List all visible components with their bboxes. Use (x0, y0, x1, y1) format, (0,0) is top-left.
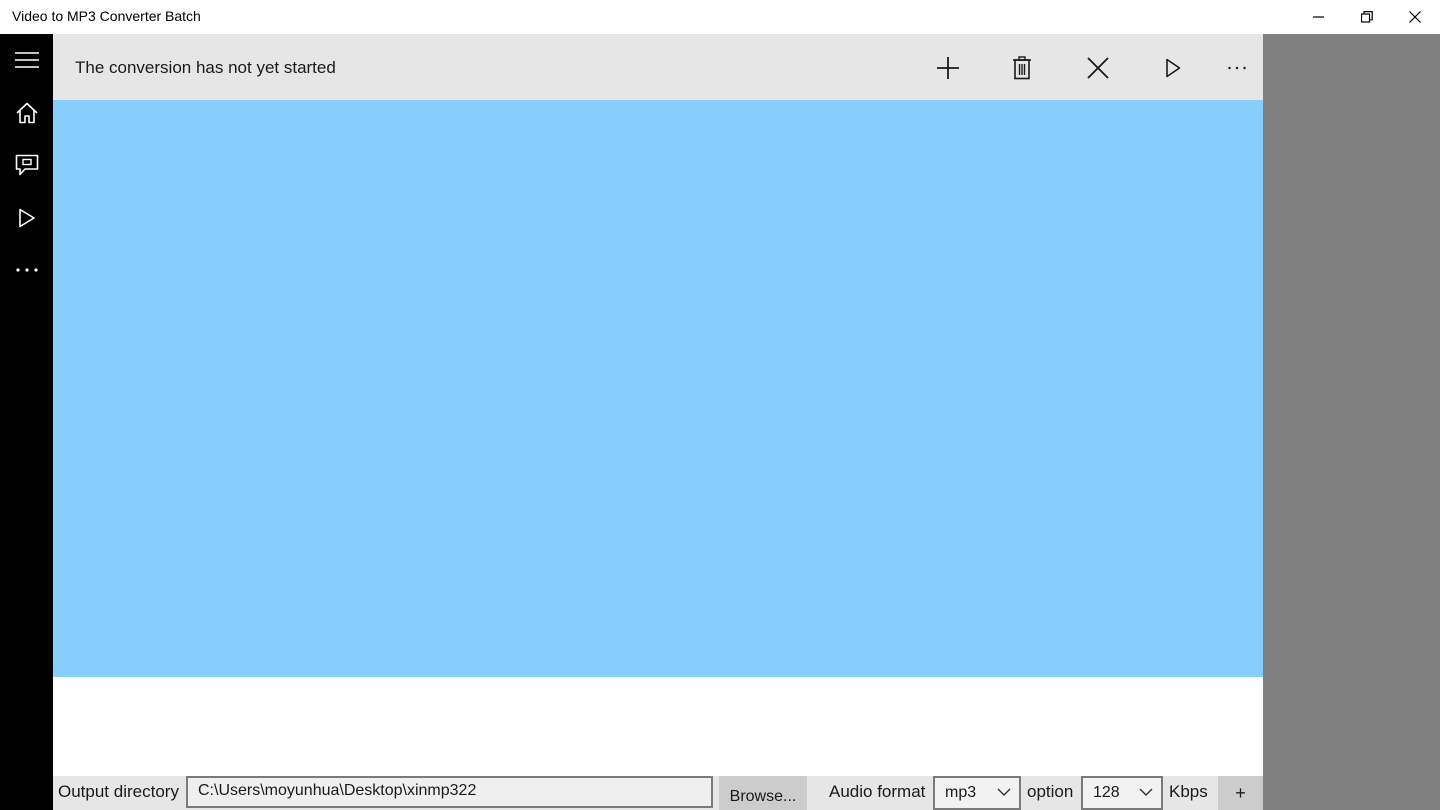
nav-play-button[interactable] (0, 192, 53, 244)
command-bar: The conversion has not yet started (53, 34, 1263, 100)
conversion-status: The conversion has not yet started (75, 58, 336, 77)
delete-icon (1013, 56, 1031, 80)
audio-format-value: mp3 (945, 784, 977, 801)
title-bar: Video to MP3 Converter Batch (0, 0, 1440, 34)
browse-button[interactable]: Browse... (719, 776, 807, 810)
close-window-button[interactable] (1391, 0, 1439, 34)
restore-button[interactable] (1343, 0, 1391, 34)
hamburger-menu-button[interactable] (0, 34, 53, 86)
start-conversion-button[interactable] (1149, 42, 1197, 94)
feedback-icon (15, 154, 38, 176)
app-title: Video to MP3 Converter Batch (12, 8, 201, 24)
output-directory-field[interactable]: C:\Users\moyunhua\Desktop\xinmp322 (186, 776, 713, 808)
add-icon (937, 57, 959, 79)
audio-format-label: Audio format (829, 782, 926, 801)
content-spacer (53, 677, 1263, 776)
more-icon (1228, 66, 1246, 70)
chevron-down-icon (997, 788, 1011, 796)
nav-feedback-button[interactable] (0, 139, 53, 191)
minimize-icon (1313, 16, 1324, 18)
bitrate-value: 128 (1093, 784, 1120, 801)
more-icon (15, 268, 38, 272)
navigation-rail (0, 34, 53, 810)
play-icon (18, 208, 35, 228)
add-setting-button[interactable]: + (1218, 776, 1263, 810)
nav-more-button[interactable] (0, 244, 53, 296)
close-icon (1409, 11, 1421, 23)
right-pane (1263, 34, 1440, 810)
delete-button[interactable] (998, 42, 1046, 94)
option-label: option (1027, 782, 1074, 801)
play-icon (1166, 58, 1181, 78)
output-directory-label: Output directory (58, 782, 179, 801)
restore-icon (1361, 11, 1373, 23)
home-icon (15, 102, 38, 124)
more-options-button[interactable] (1213, 42, 1261, 94)
bitrate-unit-label: Kbps (1169, 782, 1208, 801)
clear-button[interactable] (1074, 42, 1122, 94)
add-files-button[interactable] (924, 42, 972, 94)
file-list-area[interactable] (53, 100, 1263, 677)
minimize-button[interactable] (1295, 0, 1343, 34)
add-setting-label: + (1235, 782, 1246, 803)
chevron-down-icon (1139, 788, 1153, 796)
hamburger-menu-icon (14, 52, 39, 68)
nav-home-button[interactable] (0, 87, 53, 139)
app-window: Video to MP3 Converter Batch The convers (0, 0, 1440, 810)
clear-icon (1087, 57, 1109, 79)
bitrate-select[interactable]: 128 (1081, 776, 1163, 810)
audio-format-select[interactable]: mp3 (933, 776, 1021, 810)
settings-bar: Output directory C:\Users\moyunhua\Deskt… (53, 776, 1263, 810)
